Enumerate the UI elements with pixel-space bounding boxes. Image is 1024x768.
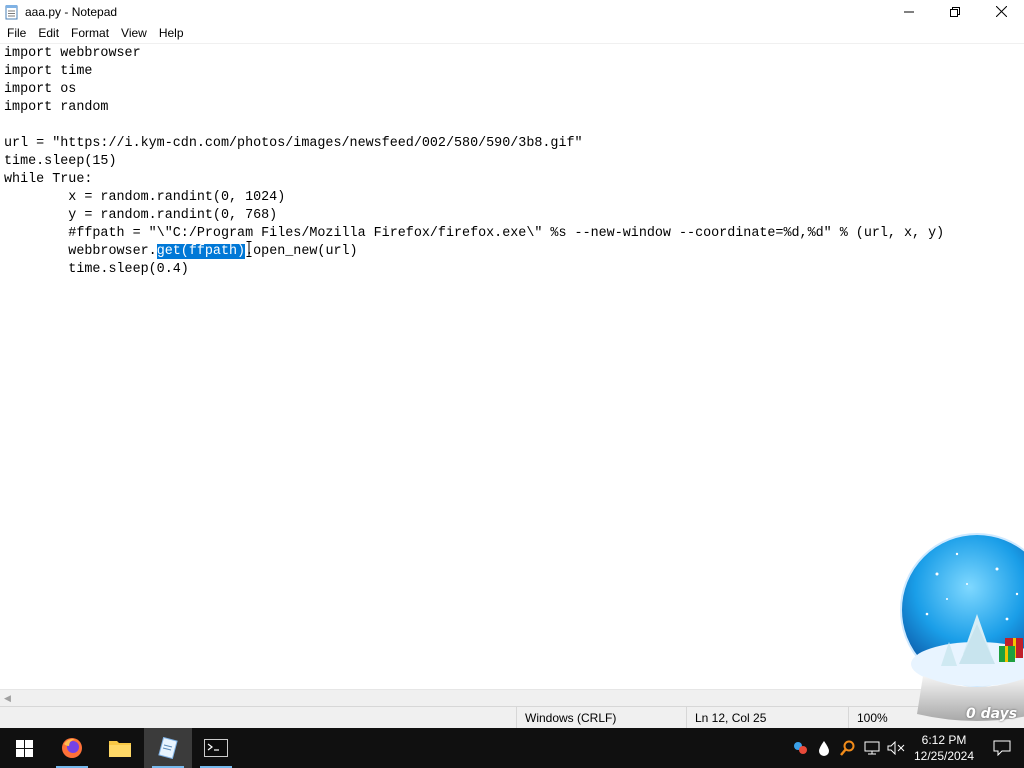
taskbar-clock[interactable]: 6:12 PM 12/25/2024: [908, 728, 980, 768]
notification-center-button[interactable]: [980, 728, 1024, 768]
status-cursor-position: Ln 12, Col 25: [686, 707, 766, 729]
terminal-icon: [204, 739, 228, 757]
code-line: import os: [4, 82, 77, 97]
title-bar: aaa.py - Notepad: [0, 0, 1024, 23]
scroll-left-icon[interactable]: ◀: [4, 693, 11, 704]
code-line: import random: [4, 100, 109, 115]
menu-format[interactable]: Format: [65, 23, 115, 43]
clock-date: 12/25/2024: [913, 749, 975, 763]
clock-time: 6:12 PM: [921, 733, 967, 747]
tray-drop-icon[interactable]: [812, 728, 836, 768]
ibeam-cursor-icon: [246, 241, 252, 257]
menu-view[interactable]: View: [115, 23, 153, 43]
status-bar: Windows (CRLF) Ln 12, Col 25 100%: [0, 706, 1024, 729]
code-line: url = "https://i.kym-cdn.com/photos/imag…: [4, 136, 583, 151]
notification-icon: [993, 740, 1011, 756]
menu-help[interactable]: Help: [153, 23, 190, 43]
tray-search-app-icon[interactable]: [836, 728, 860, 768]
code-text[interactable]: import webbrowser import time import os …: [4, 44, 944, 279]
network-icon[interactable]: [860, 728, 884, 768]
gadget-days-label: 0 days: [966, 706, 1018, 722]
restore-icon: [950, 6, 960, 17]
taskbar-terminal[interactable]: [192, 728, 240, 768]
code-line: y = random.randint(0, 768): [4, 208, 278, 223]
tray-security-icon[interactable]: [788, 728, 812, 768]
snow-globe-widget[interactable]: [897, 514, 1024, 728]
window-controls: [886, 0, 1024, 23]
minimize-icon: [904, 11, 914, 12]
close-icon: [995, 6, 1007, 17]
code-line: while True:: [4, 172, 93, 187]
menu-file[interactable]: File: [1, 23, 32, 43]
text-selection[interactable]: get(ffpath): [156, 244, 246, 259]
menu-bar: File Edit Format View Help: [0, 23, 1024, 43]
code-line-selected: webbrowser.get(ffpath).open_new(url): [4, 244, 358, 259]
status-encoding: Windows (CRLF): [516, 707, 616, 729]
volume-muted-icon[interactable]: [884, 728, 908, 768]
text-editor[interactable]: import webbrowser import time import os …: [0, 43, 1024, 689]
selection-after: .open_new(url): [245, 244, 358, 259]
code-line: import webbrowser: [4, 46, 141, 61]
status-zoom: 100%: [848, 707, 888, 729]
start-button[interactable]: [0, 728, 48, 768]
firefox-icon: [62, 738, 82, 758]
folder-icon: [109, 741, 131, 757]
taskbar: 6:12 PM 12/25/2024: [0, 728, 1024, 768]
code-line: time.sleep(15): [4, 154, 117, 169]
code-line: import time: [4, 64, 93, 79]
code-line: x = random.randint(0, 1024): [4, 190, 286, 205]
close-button[interactable]: [978, 0, 1024, 23]
taskbar-file-explorer[interactable]: [96, 728, 144, 768]
code-line: #ffpath = "\"C:/Program Files/Mozilla Fi…: [4, 226, 945, 241]
taskbar-firefox[interactable]: [48, 728, 96, 768]
code-line: time.sleep(0.4): [4, 262, 189, 277]
menu-edit[interactable]: Edit: [32, 23, 65, 43]
horizontal-scrollbar[interactable]: ◀: [0, 689, 1024, 706]
maximize-button[interactable]: [932, 0, 978, 23]
window-title: aaa.py - Notepad: [25, 4, 118, 19]
windows-logo-icon: [15, 739, 33, 757]
notepad-icon: [5, 4, 19, 20]
taskbar-notepad[interactable]: [144, 728, 192, 768]
minimize-button[interactable]: [886, 0, 932, 23]
selection-before: webbrowser.: [4, 244, 157, 259]
notepad-icon: [158, 737, 178, 759]
system-tray: 6:12 PM 12/25/2024: [788, 728, 1024, 768]
